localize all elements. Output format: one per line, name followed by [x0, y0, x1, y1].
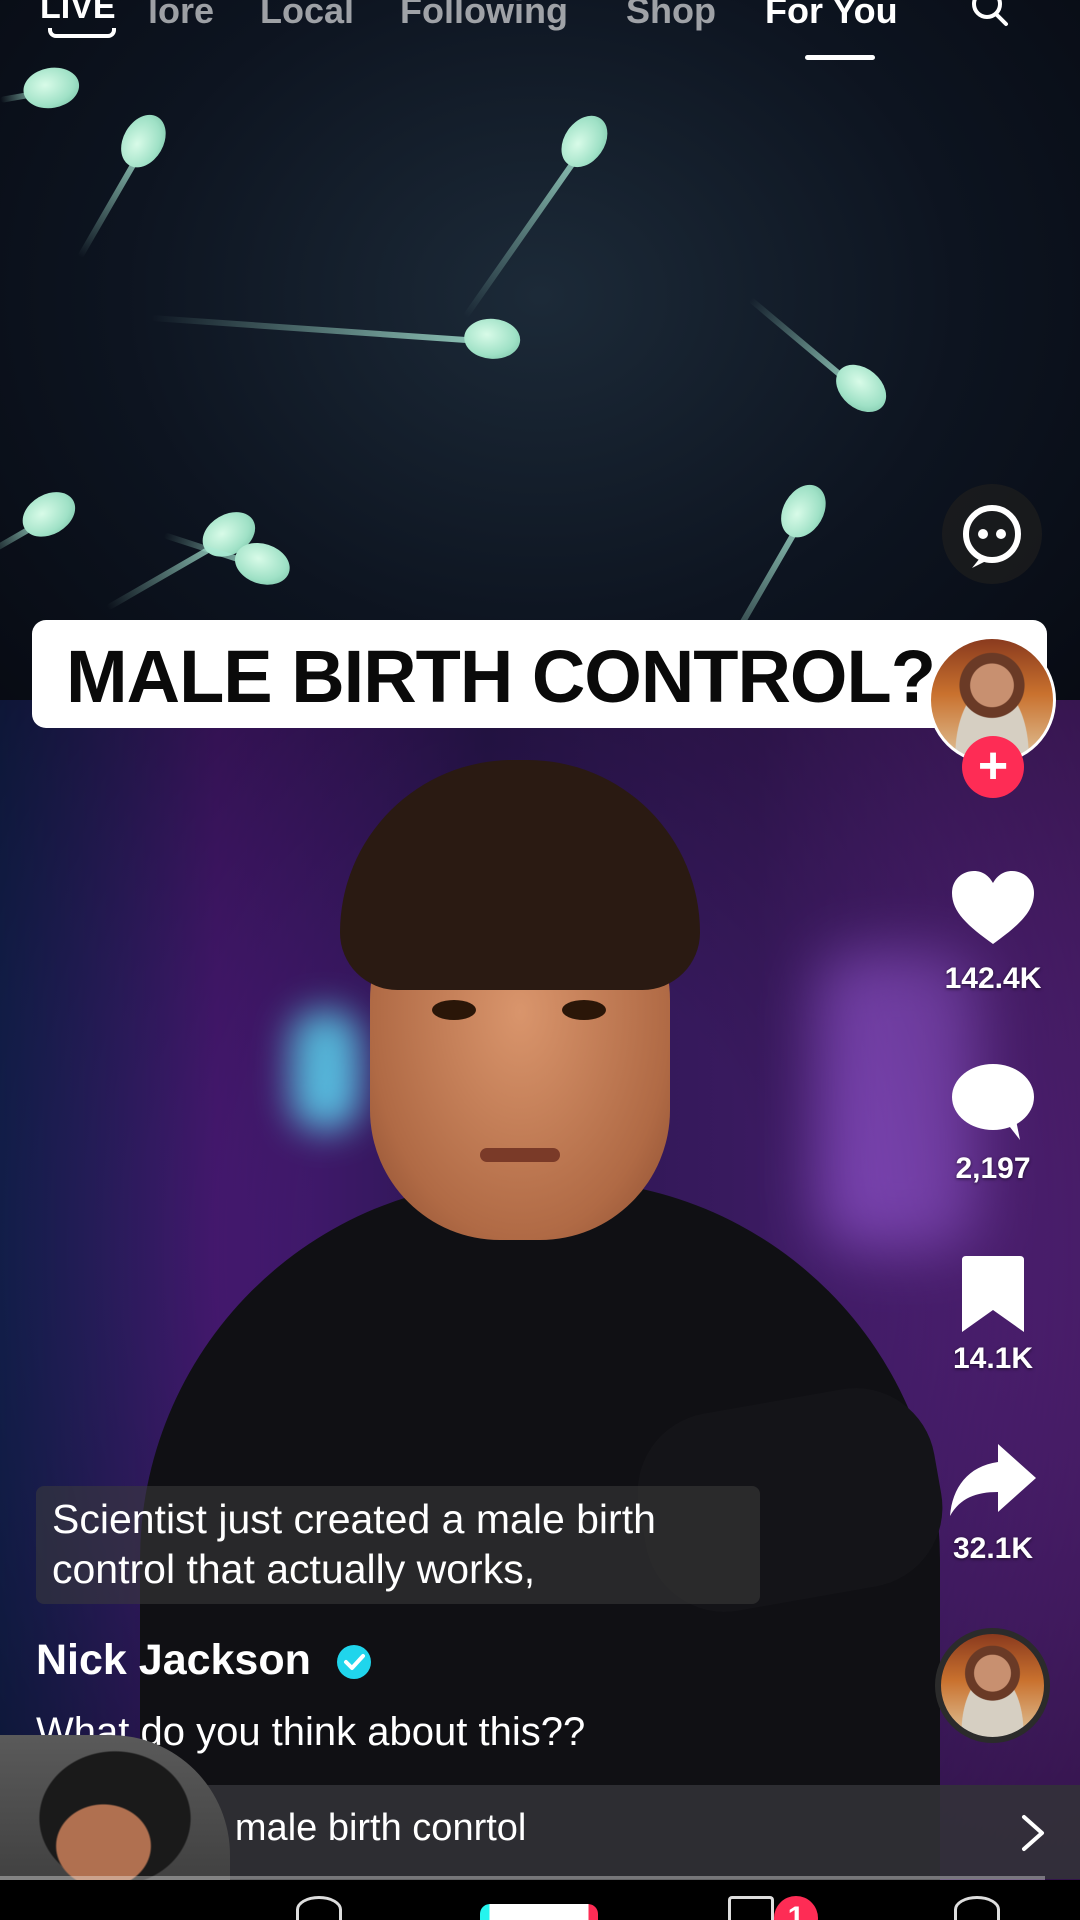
chevron-right-icon: [1022, 1815, 1044, 1851]
create-button[interactable]: [480, 1904, 598, 1920]
live-tv-icon: [48, 28, 116, 38]
sound-disc[interactable]: [935, 1628, 1050, 1743]
video-player[interactable]: [0, 0, 1080, 1920]
like-heart-icon[interactable]: [948, 868, 1038, 948]
tab-for-you[interactable]: For You: [765, 0, 898, 32]
like-count: 142.4K: [944, 962, 1042, 995]
caption-line-1: Scientist just created a male birth: [52, 1496, 656, 1542]
top-navigation: LIVE lore Local Following Shop For You: [0, 0, 1080, 70]
save-count: 14.1K: [952, 1342, 1034, 1375]
share-count: 32.1K: [952, 1532, 1034, 1565]
verified-badge-icon: [337, 1645, 371, 1679]
presenter-eye: [432, 1000, 476, 1020]
profile-icon[interactable]: [954, 1896, 1000, 1920]
caption-line-2: control that actually works,: [52, 1546, 536, 1592]
bookmark-icon[interactable]: [958, 1254, 1028, 1334]
presenter-eye: [562, 1000, 606, 1020]
tab-following[interactable]: Following: [400, 0, 568, 32]
presenter-mouth: [480, 1148, 560, 1162]
search-icon[interactable]: [970, 0, 1010, 30]
tiktok-for-you-screen: LIVE lore Local Following Shop For You M…: [0, 0, 1080, 1920]
follow-plus-icon[interactable]: +: [962, 736, 1024, 798]
video-title-card: MALE BIRTH CONTROL?: [32, 620, 1047, 728]
tab-shop[interactable]: Shop: [626, 0, 716, 32]
related-search-text: h · male birth conrtol: [180, 1807, 527, 1849]
inbox-icon[interactable]: [728, 1896, 774, 1920]
ai-face-icon: [963, 505, 1021, 568]
video-title-text: MALE BIRTH CONTROL?: [66, 635, 936, 718]
author-name[interactable]: Nick Jackson: [36, 1636, 311, 1685]
ai-assistant-button[interactable]: [942, 484, 1042, 584]
tab-local[interactable]: Local: [260, 0, 354, 32]
active-tab-indicator: [805, 55, 875, 60]
share-arrow-icon[interactable]: [946, 1440, 1040, 1520]
tab-explore[interactable]: lore: [148, 0, 214, 32]
comment-count: 2,197: [955, 1152, 1031, 1185]
comment-bubble-icon[interactable]: [950, 1062, 1036, 1142]
friends-icon[interactable]: [296, 1896, 342, 1920]
live-button[interactable]: LIVE: [40, 0, 116, 27]
closed-caption-box: Scientist just created a male birth cont…: [36, 1486, 760, 1604]
